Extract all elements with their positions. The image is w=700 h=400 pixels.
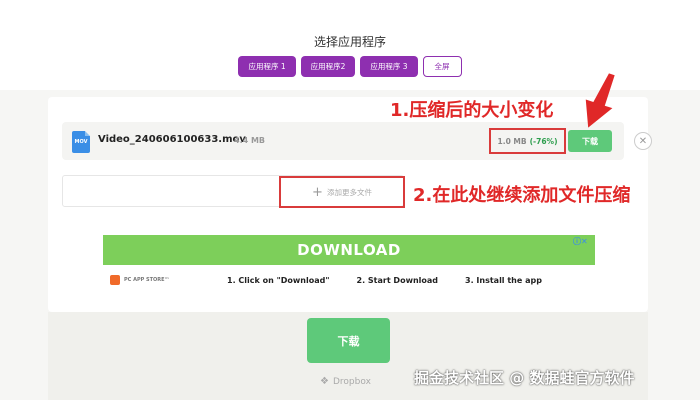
- close-icon[interactable]: ✕: [634, 132, 652, 150]
- app-button-1[interactable]: 应用程序 1: [238, 56, 296, 77]
- new-size: 1.0 MB: [497, 136, 527, 146]
- app-button-3[interactable]: 应用程序 3: [360, 56, 418, 77]
- dropbox-label: Dropbox: [332, 376, 371, 387]
- ad-step-2: 2. Start Download: [356, 275, 439, 285]
- add-more-files-button[interactable]: + 添加更多文件: [279, 176, 405, 208]
- fullscreen-button[interactable]: 全屏: [422, 56, 462, 77]
- compression-result: 1.0 MB (-76%): [489, 128, 566, 154]
- original-size: 4.4 MB: [234, 136, 266, 145]
- plus-icon: +: [312, 184, 323, 200]
- app-button-2[interactable]: 应用程序2: [300, 56, 356, 77]
- reduction-percent: (-76%): [529, 136, 558, 146]
- ad-steps: PC APP STORE™ 1. Click on "Download" 2. …: [103, 270, 595, 290]
- dropbox-button[interactable]: ❖ Dropbox: [320, 376, 371, 387]
- ad-step-3: 3. Install the app: [465, 275, 542, 285]
- watermark: 掘金技术社区 @ 数据蛙官方软件: [414, 369, 635, 387]
- file-download-button[interactable]: 下载: [568, 130, 612, 152]
- dropbox-icon: ❖: [320, 376, 329, 387]
- annotation-size-change: 1.压缩后的大小变化: [390, 100, 554, 121]
- ad-close-icon[interactable]: ⓘ✕: [573, 236, 588, 247]
- annotation-add-files: 2.在此处继续添加文件压缩: [413, 185, 631, 206]
- mov-file-icon: MOV: [72, 131, 90, 153]
- store-logo-icon: [110, 275, 120, 285]
- ad-download-banner[interactable]: DOWNLOAD: [103, 235, 595, 265]
- add-more-label: 添加更多文件: [326, 187, 372, 197]
- red-arrow-icon: [585, 73, 615, 128]
- store-label: PC APP STORE™: [124, 277, 170, 283]
- page-title: 选择应用程序: [313, 35, 386, 49]
- main-download-button[interactable]: 下载: [307, 318, 390, 363]
- file-name: Video_240606100633.mov: [98, 134, 246, 145]
- ad-step-1: 1. Click on "Download": [227, 275, 330, 285]
